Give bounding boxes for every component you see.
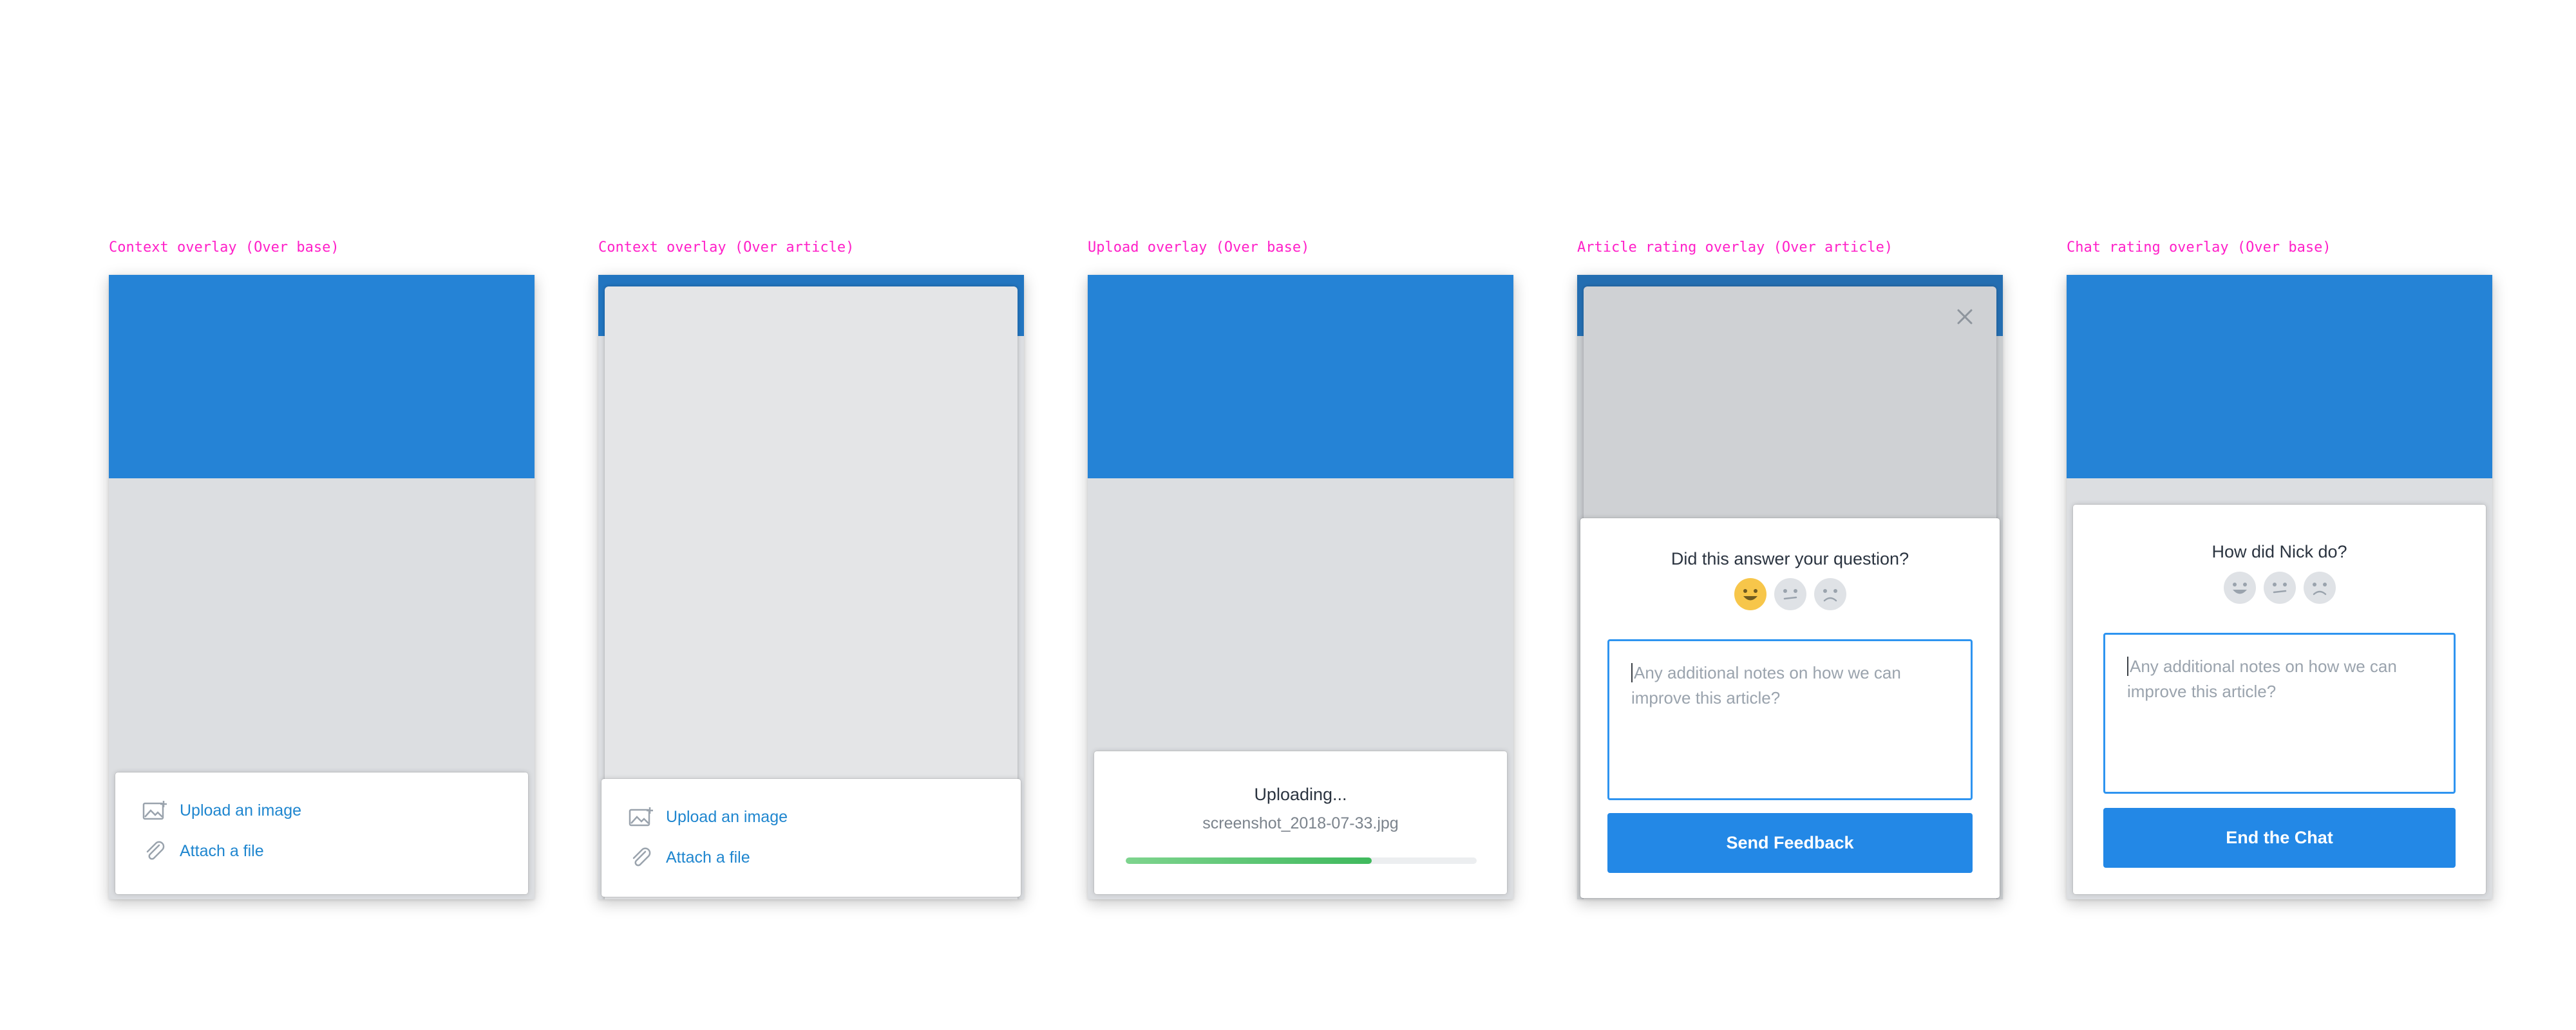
caption-upload-over-base: Upload overlay (Over base) (1088, 239, 1310, 256)
frame-chat-rating: How did Nick do? Any additional notes on… (2067, 275, 2492, 899)
paperclip-icon (142, 840, 168, 862)
rating-faces (1580, 577, 2000, 611)
upload-progress-fill (1126, 857, 1372, 864)
attach-file-label[interactable]: Attach a file (666, 848, 750, 867)
upload-image-label[interactable]: Upload an image (666, 808, 788, 827)
upload-image-item[interactable]: Upload an image (142, 800, 301, 821)
context-menu-panel: Upload an image Attach a file (115, 772, 528, 894)
base-header (109, 275, 535, 478)
upload-image-label[interactable]: Upload an image (180, 801, 301, 820)
feedback-notes-placeholder: Any additional notes on how we can impro… (1631, 663, 1901, 707)
image-plus-icon (142, 800, 168, 821)
happy-face-icon[interactable] (1734, 577, 1767, 611)
text-caret (1631, 663, 1633, 682)
attach-file-item[interactable]: Attach a file (629, 847, 750, 868)
chat-rating-panel: How did Nick do? Any additional notes on… (2073, 505, 2486, 894)
end-chat-button[interactable]: End the Chat (2103, 808, 2456, 868)
frame-context-over-base: Upload an image Attach a file (109, 275, 535, 899)
text-caret (2127, 657, 2128, 676)
caption-context-over-article: Context overlay (Over article) (598, 239, 855, 256)
image-plus-icon (629, 806, 654, 828)
paperclip-icon (629, 847, 654, 868)
caption-context-over-base: Context overlay (Over base) (109, 239, 339, 256)
caption-chat-rating: Chat rating overlay (Over base) (2067, 239, 2331, 256)
base-header (2067, 275, 2492, 478)
chat-notes-input[interactable]: Any additional notes on how we can impro… (2103, 633, 2456, 794)
neutral-face-icon[interactable] (1774, 577, 1807, 611)
sad-face-icon[interactable] (2303, 571, 2336, 604)
frame-context-over-article: Upload an image Attach a file (598, 275, 1024, 899)
upload-title: Uploading... (1254, 785, 1347, 804)
feedback-notes-input[interactable]: Any additional notes on how we can impro… (1607, 639, 1973, 800)
close-icon[interactable] (1955, 307, 1975, 330)
chat-notes-placeholder: Any additional notes on how we can impro… (2127, 657, 2397, 701)
upload-panel: Uploading... screenshot_2018-07-33.jpg (1094, 751, 1507, 894)
context-menu-panel: Upload an image Attach a file (601, 779, 1021, 897)
attach-file-label[interactable]: Attach a file (180, 842, 264, 861)
attach-file-item[interactable]: Attach a file (142, 840, 264, 862)
article-rating-panel: Did this answer your question? Any addit… (1580, 518, 2000, 898)
sad-face-icon[interactable] (1814, 577, 1847, 611)
send-feedback-button[interactable]: Send Feedback (1607, 813, 1973, 873)
frame-article-rating: Did this answer your question? Any addit… (1577, 275, 2003, 899)
happy-face-icon[interactable] (2223, 571, 2257, 604)
caption-article-rating: Article rating overlay (Over article) (1577, 239, 1893, 256)
chat-rating-faces (2073, 571, 2486, 604)
upload-image-item[interactable]: Upload an image (629, 806, 788, 828)
rating-question: Did this answer your question? (1671, 549, 1909, 568)
base-header (1088, 275, 1513, 478)
upload-progress-track (1126, 857, 1477, 864)
chat-rating-question: How did Nick do? (2211, 542, 2347, 561)
upload-filename: screenshot_2018-07-33.jpg (1202, 814, 1399, 832)
neutral-face-icon[interactable] (2263, 571, 2297, 604)
frame-upload-over-base: Uploading... screenshot_2018-07-33.jpg (1088, 275, 1513, 899)
